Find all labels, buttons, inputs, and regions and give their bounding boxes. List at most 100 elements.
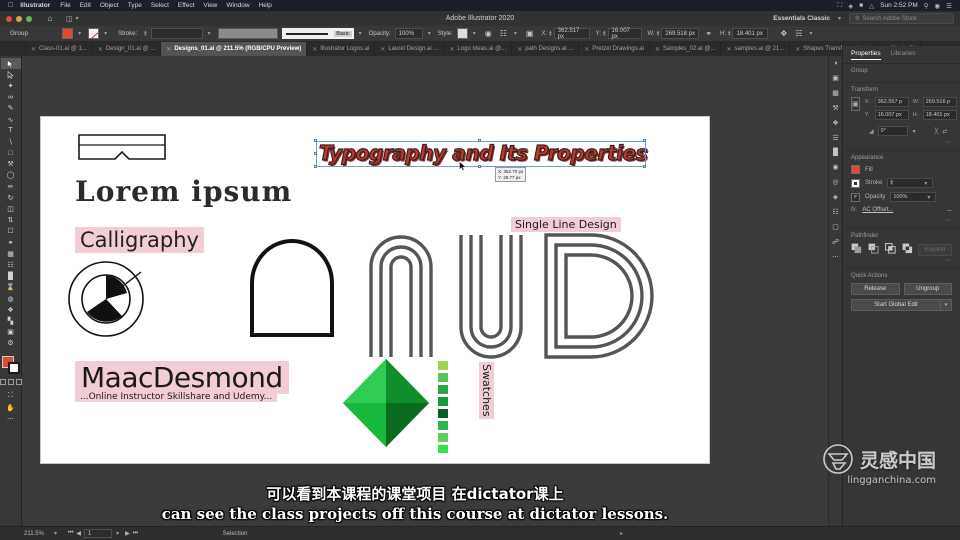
h-input[interactable]: 18.401 px <box>923 110 957 120</box>
magic-wand-tool[interactable]: ✦ <box>1 80 21 91</box>
selection-anchor[interactable] <box>478 165 481 168</box>
color-icon[interactable] <box>0 379 6 385</box>
opacity-mask-icon[interactable]: ◉ <box>483 29 494 38</box>
blend-tool[interactable]: ◍ <box>1 293 21 304</box>
user-icon[interactable]: ◉ <box>935 2 941 10</box>
y-input[interactable]: 16.007 px <box>875 110 909 120</box>
eyedropper-tool[interactable]: ⌛ <box>1 282 21 293</box>
tab-properties[interactable]: Properties <box>851 50 881 60</box>
type-tool[interactable]: T <box>1 125 21 136</box>
window-controls[interactable] <box>6 16 32 22</box>
transform-w-field[interactable]: W: ▴▾ 269.518 px <box>648 28 700 39</box>
document-tab-samples-02[interactable]: ✕ Samples_02.ai @... <box>650 42 721 56</box>
graphic-styles-icon[interactable]: ◈ <box>833 193 838 201</box>
stroke-panel-icon[interactable]: ☰ <box>832 134 838 142</box>
curvature-tool[interactable]: ∿ <box>1 114 21 125</box>
selection-tool[interactable] <box>1 58 21 69</box>
chevron-down-icon[interactable]: ▾ <box>76 15 79 22</box>
close-icon[interactable]: ✕ <box>517 46 522 53</box>
menu-effect[interactable]: Effect <box>178 2 195 9</box>
close-icon[interactable]: ✕ <box>166 46 171 53</box>
gradient-icon[interactable] <box>8 379 14 385</box>
appearance-effect-row[interactable]: fx. AC Offset... ⚊ <box>851 206 952 213</box>
symbols-panel-icon[interactable]: ❖ <box>832 119 838 127</box>
document-canvas[interactable]: Lorem ipsum Calligraphy Typography and I… <box>22 56 842 526</box>
document-tab-laurel-design[interactable]: ✕ Laurel Design.ai ... <box>375 42 444 56</box>
intersect-icon[interactable] <box>885 243 896 254</box>
stroke-weight-input[interactable] <box>151 28 203 39</box>
apple-icon[interactable]:  <box>8 2 13 9</box>
ungroup-button[interactable]: Ungroup <box>904 283 953 295</box>
control-center-icon[interactable]: ☰ <box>946 2 952 10</box>
brushes-panel-icon[interactable]: ⚒ <box>832 104 838 112</box>
layers-panel-icon[interactable]: ☷ <box>832 208 838 216</box>
edit-toolbar-icon[interactable]: ⋯ <box>1 413 21 424</box>
x-stepper[interactable]: ▴▾ <box>549 31 552 37</box>
toolbar-stroke-swatch[interactable] <box>8 362 20 374</box>
menu-select[interactable]: Select <box>151 2 169 9</box>
lock-proportions-icon[interactable]: ⚭ <box>703 29 714 38</box>
appearance-opacity-row[interactable]: Opacity 100% ▾ <box>851 192 952 202</box>
unite-icon[interactable] <box>851 243 862 254</box>
bracket-shape[interactable] <box>77 133 167 161</box>
angle-input[interactable]: 0° <box>878 126 908 136</box>
exclude-icon[interactable] <box>902 243 913 254</box>
h-value[interactable]: 18.401 px <box>732 28 768 39</box>
stroke-color-swatch[interactable] <box>88 28 99 39</box>
workspace-switcher[interactable]: Essentials Classic <box>773 15 830 22</box>
fill-color-swatch[interactable] <box>62 28 73 39</box>
selection-anchor[interactable] <box>314 165 317 168</box>
mesh-tool[interactable]: ☷ <box>1 259 21 270</box>
selection-anchor[interactable] <box>643 139 646 142</box>
delete-effect-icon[interactable]: ⚊ <box>947 206 952 213</box>
column-graph-tool[interactable]: ▚ <box>1 315 21 326</box>
h-stepper[interactable]: ▴▾ <box>728 31 731 37</box>
gradient-tool[interactable]: █ <box>1 271 21 282</box>
menu-type[interactable]: Type <box>128 2 142 9</box>
screen-mode-icon[interactable]: ⛶ <box>1 391 21 402</box>
battery-icon[interactable]: ■ <box>859 2 863 9</box>
opacity-chevron-down-icon[interactable]: ▾ <box>428 30 431 37</box>
style-chevron-down-icon[interactable]: ▾ <box>473 30 476 37</box>
transform-y-field[interactable]: Y: ▴▾ 16.007 px <box>596 28 642 39</box>
workspace-chevron-down-icon[interactable]: ▾ <box>838 15 841 22</box>
minimize-window-button[interactable] <box>16 16 22 22</box>
pencil-tool[interactable]: ✏ <box>1 181 21 192</box>
selection-anchor[interactable] <box>643 165 646 168</box>
close-icon[interactable]: ✕ <box>31 46 36 53</box>
swatches-panel-icon[interactable]: ▦ <box>832 89 839 97</box>
tab-scroll-left[interactable] <box>0 42 26 56</box>
appearance-more-options-icon[interactable]: ⋯ <box>851 217 952 224</box>
direct-selection-tool[interactable] <box>1 69 21 80</box>
menu-window[interactable]: Window <box>226 2 249 9</box>
x-input[interactable]: 362.557 p <box>875 97 909 107</box>
perspective-grid-tool[interactable]: ▦ <box>1 248 21 259</box>
selection-anchor[interactable] <box>314 139 317 142</box>
swatches-vertical-label[interactable]: Swatches <box>479 362 494 419</box>
search-adobe-stock-input[interactable]: ⚲ Search Adobe Stock <box>849 13 954 24</box>
flip-icon[interactable]: ⇄ <box>942 128 947 135</box>
appearance-opacity-swatch[interactable] <box>851 193 860 202</box>
document-tab-illustrator-logos[interactable]: ✕ Illustrator Logos.ai <box>307 42 375 56</box>
document-tab-class-01[interactable]: ✕ Class-01.ai @ 1... <box>26 42 93 56</box>
close-icon[interactable]: ✕ <box>655 46 660 53</box>
artboard[interactable]: Lorem ipsum Calligraphy Typography and I… <box>40 116 710 464</box>
green-diamond-shape[interactable] <box>341 357 431 449</box>
align-chevron-down-icon[interactable]: ▾ <box>514 30 517 37</box>
menu-file[interactable]: File <box>60 2 70 9</box>
close-window-button[interactable] <box>6 16 12 22</box>
gradient-panel-icon[interactable]: █ <box>833 149 838 156</box>
stroke-weight-stepper[interactable]: ▴▾ <box>890 180 893 186</box>
width-tool[interactable]: ⇅ <box>1 215 21 226</box>
tab-libraries[interactable]: Libraries <box>891 50 916 60</box>
circular-logo-shape[interactable] <box>67 260 145 338</box>
appearance-stroke-row[interactable]: Stroke ▴▾ ▾ <box>851 178 952 188</box>
document-tab-pretzel-drawings[interactable]: ✕ Pretzel Drawings.ai <box>579 42 650 56</box>
graphic-style-swatch[interactable] <box>457 28 468 39</box>
y-value[interactable]: 16.007 px <box>608 28 642 39</box>
stroke-weight-chevron-down-icon[interactable]: ▾ <box>208 30 211 37</box>
close-icon[interactable]: ✕ <box>449 46 454 53</box>
align-icon[interactable]: ☷ <box>498 29 509 38</box>
document-tab-samples[interactable]: ✕ samples.ai @ 21... <box>721 42 790 56</box>
reference-point-selector[interactable]: ▣ <box>851 97 860 111</box>
